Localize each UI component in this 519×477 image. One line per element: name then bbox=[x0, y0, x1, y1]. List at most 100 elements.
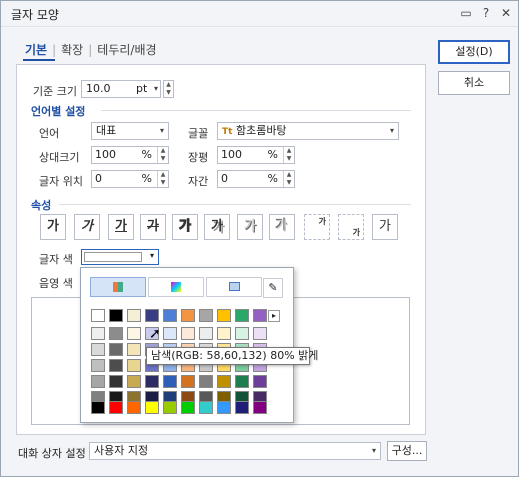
normal-button[interactable]: 가 bbox=[372, 214, 398, 240]
shadow-button[interactable]: 가 bbox=[204, 214, 230, 240]
shade-swatch[interactable] bbox=[199, 327, 213, 340]
color-swatch[interactable] bbox=[163, 309, 177, 322]
percent-unit: % bbox=[267, 148, 278, 161]
pos-spinner[interactable]: ▲ ▼ bbox=[157, 171, 168, 187]
standard-color-swatch[interactable] bbox=[199, 401, 213, 414]
shade-swatch[interactable] bbox=[163, 375, 177, 388]
shade-swatch[interactable] bbox=[109, 327, 123, 340]
shade-swatch[interactable] bbox=[109, 343, 123, 356]
shade-swatch[interactable] bbox=[91, 375, 105, 388]
strikethrough-button[interactable]: 가 bbox=[140, 214, 166, 240]
width-label: 장평 bbox=[188, 151, 209, 164]
shade-swatch[interactable] bbox=[217, 375, 231, 388]
standard-color-swatch[interactable] bbox=[253, 401, 267, 414]
color-swatch[interactable] bbox=[253, 309, 267, 322]
color-swatch[interactable] bbox=[181, 309, 195, 322]
section-divider bbox=[59, 204, 411, 205]
configure-button[interactable]: 구성... bbox=[387, 441, 427, 461]
palette-grid-icon bbox=[113, 282, 123, 292]
shade-swatch[interactable] bbox=[217, 327, 231, 340]
pos-input[interactable]: 0 % ▲ ▼ bbox=[91, 170, 169, 188]
text-color-select[interactable]: ▾ bbox=[81, 249, 159, 265]
color-swatch[interactable] bbox=[127, 309, 141, 322]
standard-color-swatch[interactable] bbox=[235, 401, 249, 414]
eyedropper-icon[interactable]: ✎ bbox=[263, 278, 283, 298]
shade-swatch[interactable] bbox=[235, 327, 249, 340]
shade-swatch[interactable] bbox=[253, 327, 267, 340]
color-swatch[interactable] bbox=[217, 309, 231, 322]
shade-swatch[interactable] bbox=[127, 343, 141, 356]
cancel-button[interactable]: 취소 bbox=[438, 71, 510, 95]
dialog-setting-select[interactable]: 사용자 지정 ▾ bbox=[89, 442, 381, 460]
chevron-down-icon: ▾ bbox=[159, 126, 164, 135]
standard-color-swatch[interactable] bbox=[127, 401, 141, 414]
outline-button[interactable]: 가 bbox=[172, 214, 198, 240]
shade-swatch[interactable] bbox=[91, 343, 105, 356]
superscript-button[interactable]: 가 bbox=[304, 214, 330, 240]
spacing-input[interactable]: 0 % ▲ ▼ bbox=[217, 170, 295, 188]
size-spinner[interactable]: ▲ ▼ bbox=[163, 80, 174, 98]
color-swatch[interactable] bbox=[91, 309, 105, 322]
shade-swatch[interactable] bbox=[109, 359, 123, 372]
subscript-button[interactable]: 가 bbox=[338, 214, 364, 240]
color-swatch[interactable] bbox=[109, 309, 123, 322]
color-swatch[interactable] bbox=[235, 309, 249, 322]
shade-swatch[interactable] bbox=[235, 375, 249, 388]
shade-swatch[interactable] bbox=[181, 327, 195, 340]
italic-button[interactable]: 가 bbox=[74, 214, 100, 240]
more-colors-arrow[interactable]: ▸ bbox=[268, 310, 280, 322]
size-label: 기준 크기 bbox=[33, 85, 77, 98]
spacing-spinner[interactable]: ▲ ▼ bbox=[283, 171, 294, 187]
shade-swatch[interactable] bbox=[91, 327, 105, 340]
shade-swatch[interactable] bbox=[163, 327, 177, 340]
color-swatch[interactable] bbox=[145, 309, 159, 322]
title-bar: 글자 모양 ▭ ? ✕ bbox=[1, 1, 518, 27]
spectrum-tab[interactable] bbox=[148, 277, 204, 297]
engrave-button[interactable]: 가 bbox=[269, 214, 295, 240]
speech-icon[interactable]: ▭ bbox=[458, 5, 474, 21]
color-tooltip: 남색(RGB: 58,60,132) 80% 밝게 bbox=[146, 347, 318, 365]
bold-button[interactable]: 가 bbox=[40, 214, 66, 240]
spacing-value: 0 bbox=[221, 172, 228, 185]
shade-swatch[interactable] bbox=[91, 359, 105, 372]
standard-color-swatch[interactable] bbox=[217, 401, 231, 414]
font-select[interactable]: Tt 함초롬바탕 ▾ bbox=[217, 122, 399, 140]
lang-select[interactable]: 대표 ▾ bbox=[91, 122, 169, 140]
close-icon[interactable]: ✕ bbox=[498, 5, 514, 21]
color-swatch[interactable] bbox=[199, 309, 213, 322]
tab-extended[interactable]: 확장 bbox=[61, 41, 83, 58]
tab-border-bg[interactable]: 테두리/배경 bbox=[97, 41, 156, 58]
percent-unit: % bbox=[141, 172, 152, 185]
size-input[interactable]: 10.0 pt ▾ bbox=[81, 80, 161, 98]
shade-swatch[interactable] bbox=[199, 375, 213, 388]
shade-swatch[interactable] bbox=[181, 375, 195, 388]
image-tab[interactable] bbox=[206, 277, 262, 297]
shade-swatch[interactable] bbox=[145, 375, 159, 388]
shade-swatch[interactable] bbox=[109, 375, 123, 388]
underline-button[interactable]: 가 bbox=[108, 214, 134, 240]
standard-color-swatch[interactable] bbox=[163, 401, 177, 414]
shade-swatch[interactable] bbox=[127, 375, 141, 388]
standard-color-swatch[interactable] bbox=[181, 401, 195, 414]
question-icon[interactable]: ? bbox=[478, 5, 494, 21]
tab-separator: | bbox=[52, 43, 57, 57]
width-spinner[interactable]: ▲ ▼ bbox=[283, 147, 294, 163]
palette-tab[interactable] bbox=[90, 277, 146, 297]
rel-size-input[interactable]: 100 % ▲ ▼ bbox=[91, 146, 169, 164]
ok-button[interactable]: 설정(D) bbox=[438, 40, 510, 64]
shade-swatch[interactable] bbox=[253, 375, 267, 388]
standard-color-swatch[interactable] bbox=[109, 401, 123, 414]
size-value: 10.0 bbox=[86, 82, 111, 95]
standard-color-swatch[interactable] bbox=[145, 401, 159, 414]
shade-swatch[interactable] bbox=[127, 359, 141, 372]
attr-section-title: 속성 bbox=[31, 199, 52, 212]
width-input[interactable]: 100 % ▲ ▼ bbox=[217, 146, 295, 164]
pos-label: 글자 위치 bbox=[39, 175, 83, 188]
rel-size-spinner[interactable]: ▲ ▼ bbox=[157, 147, 168, 163]
shade-color-label: 음영 색 bbox=[39, 277, 73, 290]
tab-basic[interactable]: 기본 bbox=[25, 41, 47, 58]
rel-size-label: 상대크기 bbox=[39, 151, 80, 164]
shade-swatch[interactable] bbox=[127, 327, 141, 340]
standard-color-swatch[interactable] bbox=[91, 401, 105, 414]
emboss-button[interactable]: 가 bbox=[237, 214, 263, 240]
